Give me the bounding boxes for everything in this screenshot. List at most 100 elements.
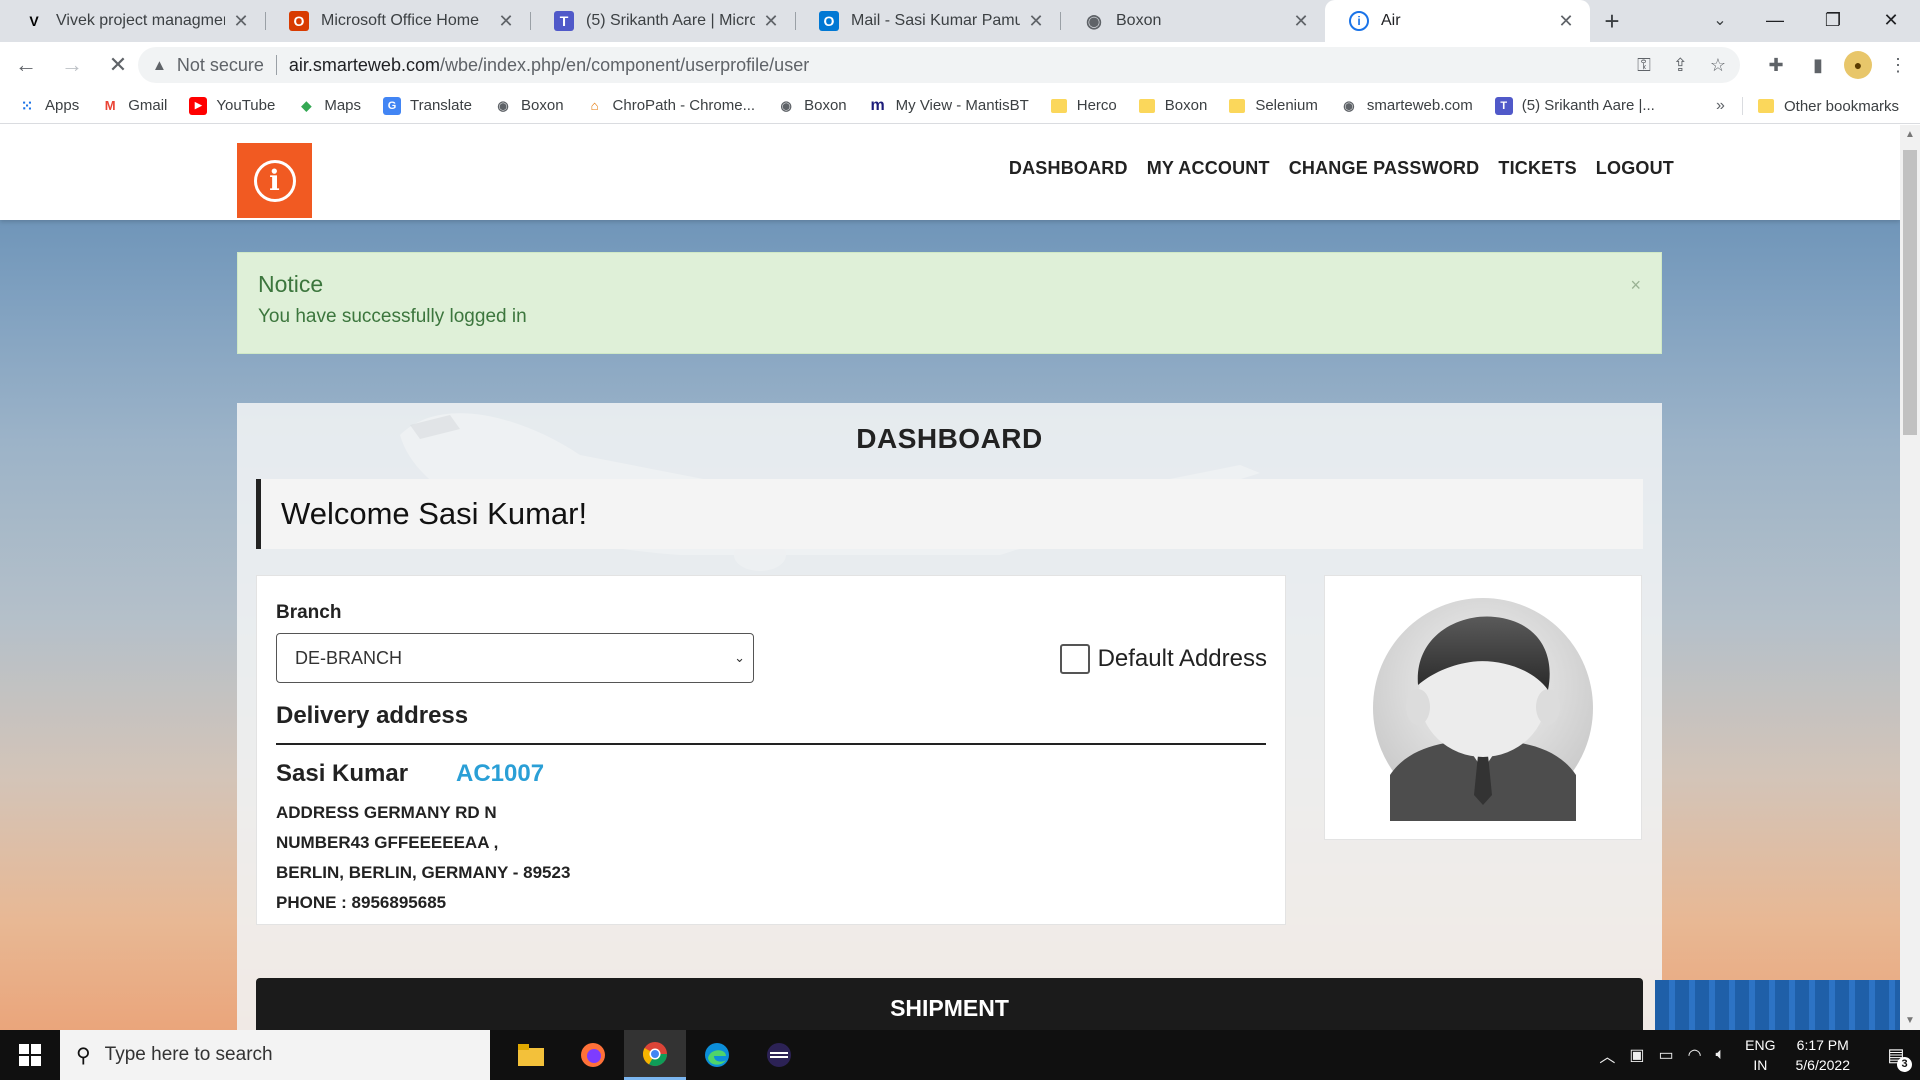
folder-icon	[1758, 99, 1774, 113]
profile-picture-card	[1324, 575, 1642, 840]
address-phone: PHONE : 8956895685	[276, 893, 447, 912]
tab-close-icon[interactable]: ✕	[1026, 11, 1046, 32]
volume-icon[interactable]: 🔈︎	[1716, 1046, 1726, 1064]
bookmark-translate[interactable]: G Translate	[383, 96, 472, 115]
bookmark-apps[interactable]: ⁙ Apps	[18, 97, 80, 115]
bookmark-label: Maps	[324, 97, 362, 114]
tab-close-icon[interactable]: ✕	[761, 11, 781, 32]
firefox-icon[interactable]	[562, 1030, 624, 1080]
bookmark-label: Boxon	[521, 97, 564, 114]
system-tray: ︿ ▣ ▭ ◠ 🔈︎ ENG IN 6:17 PM 5/6/2022 ▤ 3	[1599, 1030, 1920, 1080]
bookmark-youtube[interactable]: ▶ YouTube	[189, 96, 276, 115]
bookmark-boxon-2[interactable]: ◉ Boxon	[777, 97, 846, 115]
scroll-down-icon[interactable]: ▼	[1900, 1015, 1920, 1026]
nav-dashboard[interactable]: DASHBOARD	[1009, 158, 1128, 179]
forward-arrow-icon[interactable]: →	[52, 45, 92, 85]
bookmark-label: Selenium	[1255, 97, 1318, 114]
other-bookmarks[interactable]: Other bookmarks	[1758, 88, 1899, 124]
url-path[interactable]: /wbe/index.php/en/component/userprofile/…	[440, 55, 809, 76]
tab-teams[interactable]: T (5) Srikanth Aare | Microsoft ✕	[530, 0, 795, 42]
wifi-icon[interactable]: ◠	[1688, 1045, 1702, 1065]
close-window-icon[interactable]: ✕	[1862, 0, 1920, 40]
maps-icon: ◆	[301, 97, 312, 113]
branch-selected-value: DE-BRANCH	[295, 647, 403, 668]
nav-logout[interactable]: LOGOUT	[1596, 158, 1674, 179]
eclipse-icon[interactable]	[748, 1030, 810, 1080]
share-icon[interactable]: ⇪	[1673, 55, 1688, 76]
default-address-option[interactable]: Default Address	[1059, 644, 1267, 674]
address-bar[interactable]: ▲ Not secure air.smarteweb.com/wbe/index…	[138, 47, 1740, 83]
branch-select[interactable]: DE-BRANCH ⌄	[276, 633, 754, 683]
file-explorer-icon[interactable]	[500, 1030, 562, 1080]
bookmark-smarteweb[interactable]: ◉ smarteweb.com	[1340, 97, 1473, 115]
security-label[interactable]: Not secure	[177, 55, 264, 76]
bookmark-boxon-1[interactable]: ◉ Boxon	[494, 97, 564, 115]
folder-icon	[1050, 98, 1067, 113]
meet-now-icon[interactable]: ▣	[1629, 1045, 1644, 1065]
folder-icon	[1138, 98, 1155, 113]
chrome-icon[interactable]	[624, 1030, 686, 1080]
notification-center-icon[interactable]: ▤ 3	[1872, 1030, 1920, 1080]
edge-icon[interactable]	[686, 1030, 748, 1080]
delivery-address-heading: Delivery address	[276, 702, 469, 729]
taskbar-search-box[interactable]: ⚲ Type here to search	[60, 1030, 490, 1080]
side-panel-icon[interactable]: ▮	[1802, 55, 1834, 76]
back-arrow-icon[interactable]: ←	[6, 45, 46, 85]
notice-close-button[interactable]: ×	[1630, 275, 1641, 296]
chevron-down-icon: ⌄	[734, 650, 745, 665]
tray-overflow-chevron-icon[interactable]: ︿	[1599, 1043, 1615, 1067]
bookmark-gmail[interactable]: M Gmail	[101, 97, 168, 115]
tab-office-home[interactable]: O Microsoft Office Home ✕	[265, 0, 530, 42]
shipping-container-image	[1655, 980, 1900, 1030]
windows-start-button[interactable]	[0, 1030, 60, 1080]
page-scrollbar[interactable]: ▲ ▼	[1900, 125, 1920, 1030]
tab-outlook-mail[interactable]: O Mail - Sasi Kumar Pamulapati ✕	[795, 0, 1060, 42]
bookmark-folder-selenium[interactable]: Selenium	[1229, 97, 1318, 114]
mantis-icon: m	[870, 96, 885, 114]
system-clock[interactable]: 6:17 PM 5/6/2022	[1796, 1035, 1851, 1075]
region-code: IN	[1753, 1057, 1768, 1073]
key-icon[interactable]: ⚿	[1637, 55, 1651, 76]
bookmark-folder-boxon[interactable]: Boxon	[1138, 97, 1207, 114]
search-icon: ⚲	[76, 1044, 91, 1067]
stop-loading-icon[interactable]: ✕	[98, 45, 138, 85]
taskbar-search-placeholder: Type here to search	[104, 1044, 273, 1065]
nav-tickets[interactable]: TICKETS	[1498, 158, 1576, 179]
tab-boxon[interactable]: ◉ Boxon ✕	[1060, 0, 1325, 42]
bookmark-folder-herco[interactable]: Herco	[1050, 97, 1117, 114]
bookmark-star-icon[interactable]: ☆	[1710, 55, 1726, 76]
tab-close-icon[interactable]: ✕	[496, 11, 516, 32]
bookmark-label: (5) Srikanth Aare |...	[1521, 97, 1655, 114]
bookmark-label: YouTube	[216, 97, 276, 114]
nav-change-password[interactable]: CHANGE PASSWORD	[1289, 158, 1480, 179]
input-language[interactable]: ENG IN	[1745, 1035, 1775, 1075]
default-address-checkbox[interactable]	[1059, 644, 1090, 674]
bookmark-teams[interactable]: T (5) Srikanth Aare |...	[1494, 96, 1655, 115]
globe-icon: ◉	[497, 97, 509, 113]
tab-close-icon[interactable]: ✕	[1556, 11, 1576, 32]
default-address-label: Default Address	[1097, 645, 1267, 672]
tab-search-chevron-icon[interactable]: ⌄	[1700, 0, 1740, 40]
site-logo[interactable]: i	[237, 143, 312, 218]
tab-close-icon[interactable]: ✕	[231, 11, 251, 32]
menu-kebab-icon[interactable]: ⋮	[1882, 55, 1914, 76]
bookmark-chropath[interactable]: ⌂ ChroPath - Chrome...	[586, 97, 756, 115]
warning-triangle-icon[interactable]: ▲	[152, 57, 167, 74]
tab-close-icon[interactable]: ✕	[1291, 11, 1311, 32]
minimize-icon[interactable]: —	[1746, 0, 1804, 40]
new-tab-button[interactable]: +	[1590, 0, 1634, 42]
tab-vivek-project[interactable]: V Vivek project managment ✕	[0, 0, 265, 42]
url-host[interactable]: air.smarteweb.com	[289, 55, 440, 76]
battery-icon[interactable]: ▭	[1658, 1045, 1673, 1065]
bookmarks-overflow-button[interactable]: »	[1716, 88, 1725, 124]
tab-air[interactable]: i Air ✕	[1325, 0, 1590, 42]
profile-avatar-icon[interactable]: ●	[1844, 51, 1872, 79]
restore-icon[interactable]: ❐	[1804, 0, 1862, 40]
bookmark-mantis[interactable]: m My View - MantisBT	[869, 97, 1029, 115]
scrollbar-thumb[interactable]	[1903, 150, 1917, 435]
bookmark-maps[interactable]: ◆ Maps	[297, 97, 361, 115]
scroll-up-icon[interactable]: ▲	[1900, 129, 1920, 140]
nav-my-account[interactable]: MY ACCOUNT	[1147, 158, 1270, 179]
extensions-puzzle-icon[interactable]: ✚	[1760, 55, 1792, 76]
teams-icon: T	[1494, 96, 1513, 115]
